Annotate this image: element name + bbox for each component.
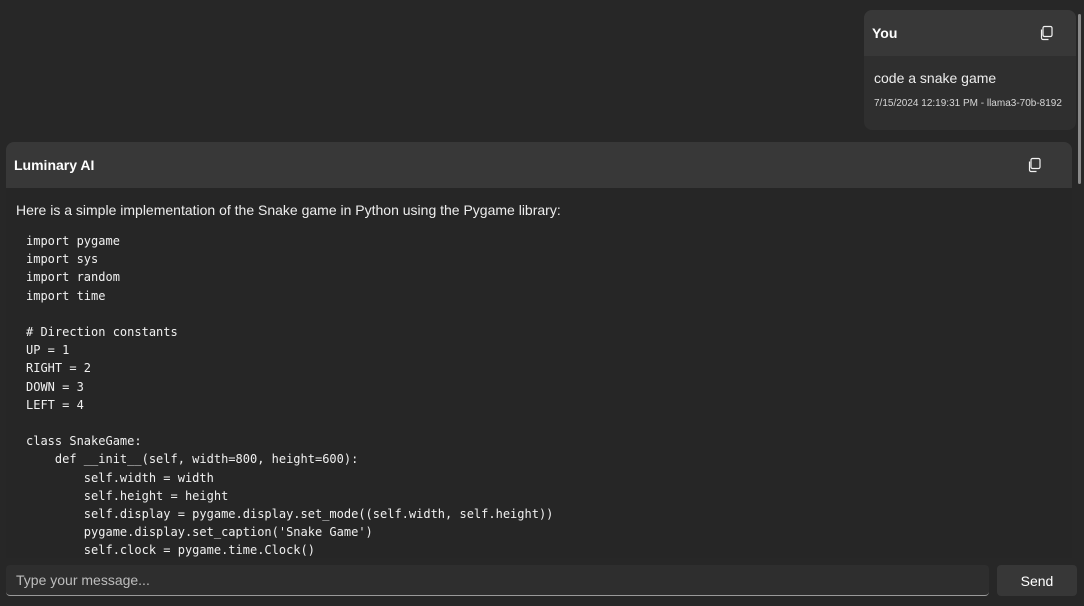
user-sender-name: You [872, 25, 898, 41]
ai-message-intro: Here is a simple implementation of the S… [16, 202, 561, 218]
ai-message-card: Luminary AI Here is a simple implementat… [6, 142, 1072, 558]
user-message-card: You code a snake game 7/15/2024 12:19:31… [864, 10, 1076, 130]
user-message-meta: 7/15/2024 12:19:31 PM - llama3-70b-8192 [874, 98, 1062, 109]
chat-scrollbar[interactable] [1078, 14, 1081, 184]
code-line: # Direction constants [26, 325, 178, 340]
code-line: RIGHT = 2 [26, 361, 92, 376]
send-button[interactable]: Send [997, 565, 1077, 596]
message-input[interactable] [6, 565, 989, 595]
code-line: self.clock = pygame.time.Clock() [26, 543, 315, 558]
copy-user-message-button[interactable] [1034, 21, 1058, 45]
code-line: import pygame [26, 234, 120, 248]
ai-message-header: Luminary AI [6, 142, 1072, 188]
message-input-container [6, 565, 989, 596]
code-line: UP = 1 [26, 343, 70, 358]
code-line: import time [26, 288, 106, 303]
code-line: self.display = pygame.display.set_mode((… [26, 507, 554, 522]
copy-ai-message-button[interactable] [1022, 153, 1046, 177]
ai-sender-name: Luminary AI [14, 157, 95, 173]
user-message-text: code a snake game [874, 70, 997, 86]
code-line: pygame.display.set_caption('Snake Game') [26, 525, 373, 540]
code-line: self.width = width [26, 470, 214, 485]
copy-icon [1028, 157, 1041, 173]
code-line: DOWN = 3 [26, 379, 84, 394]
code-line: import sys [26, 252, 99, 267]
user-message-header: You [864, 10, 1076, 56]
code-line: import random [26, 270, 120, 285]
chat-area: You code a snake game 7/15/2024 12:19:31… [0, 0, 1084, 558]
code-block: import pygame import sys import random impo… [26, 232, 1072, 558]
code-line: class SnakeGame: [26, 434, 142, 449]
code-line: LEFT = 4 [26, 397, 84, 412]
code-line: def __init__(self, width=800, height=600… [26, 452, 359, 467]
code-line: self.height = height [26, 488, 229, 503]
copy-icon [1040, 25, 1053, 41]
